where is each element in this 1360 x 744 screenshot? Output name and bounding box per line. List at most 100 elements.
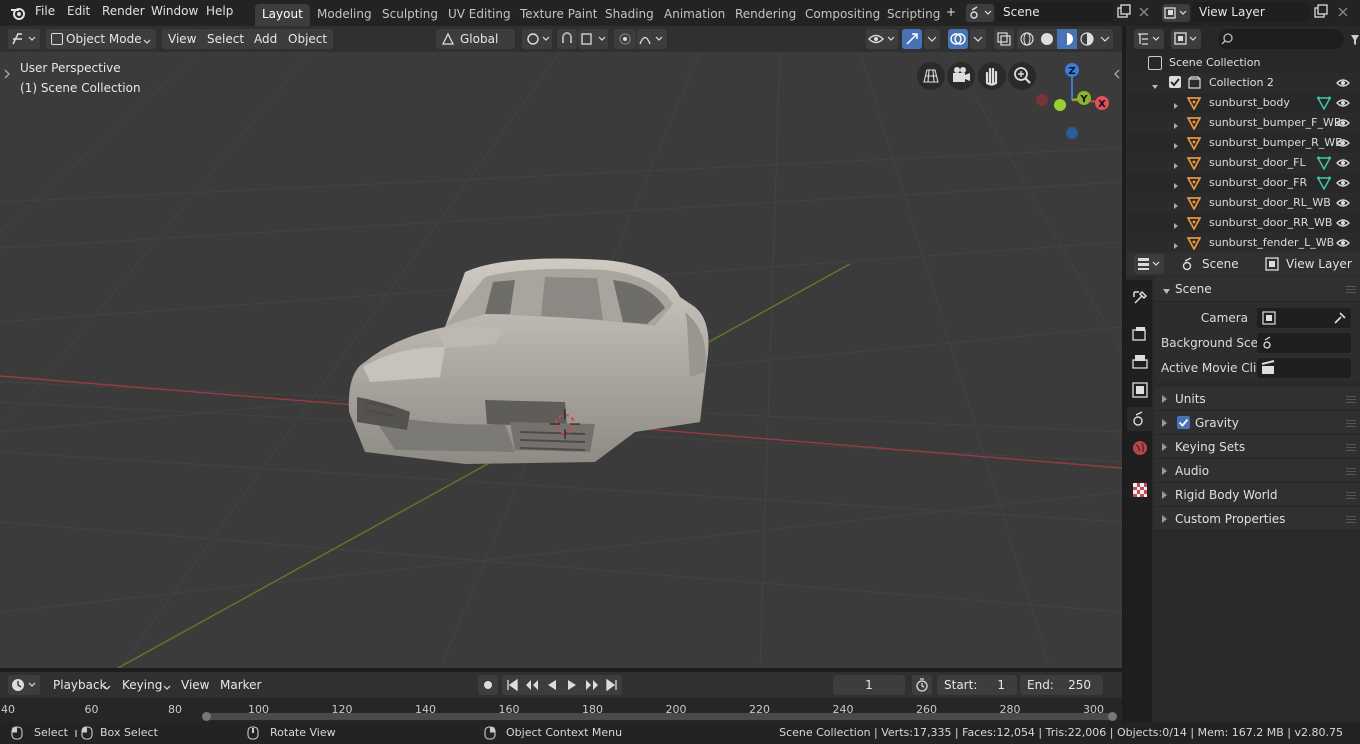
jump-to-start-button[interactable]	[502, 675, 522, 695]
expand-arrow-icon[interactable]	[1151, 80, 1159, 94]
view-layer-name-field[interactable]: View Layer	[1192, 2, 1309, 22]
drag-handle-icon[interactable]	[1346, 515, 1356, 523]
drag-handle-icon[interactable]	[1346, 395, 1356, 403]
drag-handle-icon[interactable]	[1346, 491, 1356, 499]
pan-hand-icon[interactable]	[978, 62, 1006, 90]
menu-marker[interactable]: Marker	[214, 675, 267, 695]
tab-scripting[interactable]: Scripting	[880, 4, 947, 26]
section-gravity[interactable]: Gravity	[1154, 411, 1360, 435]
car-model[interactable]	[335, 252, 755, 492]
visibility-selectable-icon[interactable]	[866, 29, 898, 49]
outliner-row-object[interactable]: sunburst_door_RR_WB	[1126, 213, 1360, 233]
eye-icon[interactable]	[1336, 137, 1350, 152]
view-layer-tab-icon[interactable]	[1130, 380, 1150, 400]
menu-window[interactable]: Window	[151, 4, 198, 18]
play-button[interactable]	[562, 675, 582, 695]
drag-handle-icon[interactable]	[1346, 467, 1356, 475]
shading-rendered-icon[interactable]	[1077, 29, 1097, 49]
start-frame-field[interactable]: Start: 1	[937, 675, 1017, 695]
outliner-row-object[interactable]: sunburst_door_FR	[1126, 173, 1360, 193]
eye-icon[interactable]	[1336, 237, 1350, 252]
display-mode-icon[interactable]	[1171, 29, 1201, 49]
outliner-row-object[interactable]: sunburst_door_FL	[1126, 153, 1360, 173]
menu-keying[interactable]: Keying	[116, 675, 182, 695]
play-reverse-button[interactable]	[542, 675, 562, 695]
render-tab-icon[interactable]	[1130, 324, 1150, 344]
close-view-layer-icon[interactable]	[1335, 4, 1351, 20]
shading-material-icon[interactable]	[1057, 29, 1077, 49]
expand-arrow-icon[interactable]	[1173, 139, 1179, 153]
eye-icon[interactable]	[1336, 77, 1350, 92]
background-scene-field[interactable]	[1257, 333, 1351, 353]
overlays-dropdown-icon[interactable]	[970, 29, 986, 49]
eye-icon[interactable]	[1336, 97, 1350, 112]
scrollbar-handle-left[interactable]	[202, 712, 211, 721]
collection-checkbox[interactable]	[1169, 76, 1181, 88]
menu-playback[interactable]: Playback	[47, 675, 127, 695]
menu-file[interactable]: File	[35, 4, 55, 18]
tab-layout[interactable]: Layout	[255, 4, 310, 26]
shading-solid-icon[interactable]	[1037, 29, 1057, 49]
expand-arrow-icon[interactable]	[1173, 179, 1179, 193]
outliner-row-scene-collection[interactable]: Scene Collection	[1126, 53, 1360, 73]
tab-shading[interactable]: Shading	[598, 4, 661, 26]
menu-select[interactable]: Select	[201, 29, 251, 49]
outliner-row-object[interactable]: sunburst_bumper_F_WB	[1126, 113, 1360, 133]
menu-edit[interactable]: Edit	[67, 4, 90, 18]
outliner-search-input[interactable]	[1218, 29, 1344, 49]
menu-render[interactable]: Render	[102, 4, 145, 18]
ortho-toggle-icon[interactable]	[917, 62, 945, 90]
tab-texture-paint[interactable]: Texture Paint	[513, 4, 604, 26]
record-button[interactable]	[478, 675, 498, 695]
eye-icon[interactable]	[1336, 157, 1350, 172]
expand-arrow-icon[interactable]	[1173, 99, 1179, 113]
world-tab-icon[interactable]	[1130, 438, 1150, 458]
shading-wireframe-icon[interactable]	[1017, 29, 1037, 49]
drag-handle-icon[interactable]	[1346, 285, 1356, 293]
menu-help[interactable]: Help	[206, 4, 233, 18]
section-custom-properties[interactable]: Custom Properties	[1154, 507, 1360, 531]
end-frame-field[interactable]: End: 250	[1020, 675, 1103, 695]
snap-icon[interactable]	[557, 29, 577, 49]
active-movie-clip-field[interactable]	[1257, 358, 1351, 378]
properties-editor-type-icon[interactable]	[1134, 254, 1164, 274]
outliner-row-collection-2[interactable]: Collection 2	[1126, 73, 1360, 93]
tab-modeling[interactable]: Modeling	[310, 4, 379, 26]
expand-arrow-icon[interactable]	[1173, 119, 1179, 133]
scrollbar-handle-right[interactable]	[1108, 712, 1117, 721]
jump-to-end-button[interactable]	[602, 675, 622, 695]
menu-object[interactable]: Object	[282, 29, 334, 49]
gizmo-dropdown-icon[interactable]	[924, 29, 940, 49]
section-audio[interactable]: Audio	[1154, 459, 1360, 483]
eye-icon[interactable]	[1336, 117, 1350, 132]
eye-icon[interactable]	[1336, 197, 1350, 212]
current-frame-field[interactable]: 1	[833, 675, 905, 695]
next-keyframe-button[interactable]	[582, 675, 602, 695]
gizmo-toggle-icon[interactable]	[902, 29, 922, 49]
navigation-gizmo[interactable]: Z Y X	[1030, 60, 1120, 150]
tab-sculpting[interactable]: Sculpting	[375, 4, 445, 26]
scene-tab-icon[interactable]	[1127, 407, 1152, 431]
menu-add[interactable]: Add	[248, 29, 284, 49]
gravity-checkbox[interactable]	[1177, 416, 1190, 429]
view-layer-icon[interactable]	[1162, 4, 1190, 22]
blender-logo-icon[interactable]	[9, 4, 27, 22]
drag-handle-icon[interactable]	[1346, 443, 1356, 451]
scene-icon[interactable]	[966, 4, 994, 22]
prev-keyframe-button[interactable]	[522, 675, 542, 695]
close-scene-icon[interactable]	[1136, 4, 1152, 20]
timeline-editor-type-icon[interactable]	[8, 675, 40, 695]
toolbar-expand-icon[interactable]	[3, 68, 11, 79]
outliner-row-object[interactable]: sunburst_bumper_R_WB	[1126, 133, 1360, 153]
preview-range-icon[interactable]	[912, 675, 932, 695]
expand-arrow-icon[interactable]	[1173, 199, 1179, 213]
editor-type-icon[interactable]	[8, 29, 40, 49]
section-units[interactable]: Units	[1154, 387, 1360, 411]
add-workspace-button[interactable]: +	[946, 5, 956, 19]
filter-icon[interactable]	[1350, 31, 1360, 47]
menu-timeline-view[interactable]: View	[175, 675, 215, 695]
outliner-row-object[interactable]: sunburst_door_RL_WB	[1126, 193, 1360, 213]
snap-target-icon[interactable]	[578, 29, 608, 49]
new-scene-icon[interactable]	[1116, 4, 1132, 20]
section-rigid-body-world[interactable]: Rigid Body World	[1154, 483, 1360, 507]
